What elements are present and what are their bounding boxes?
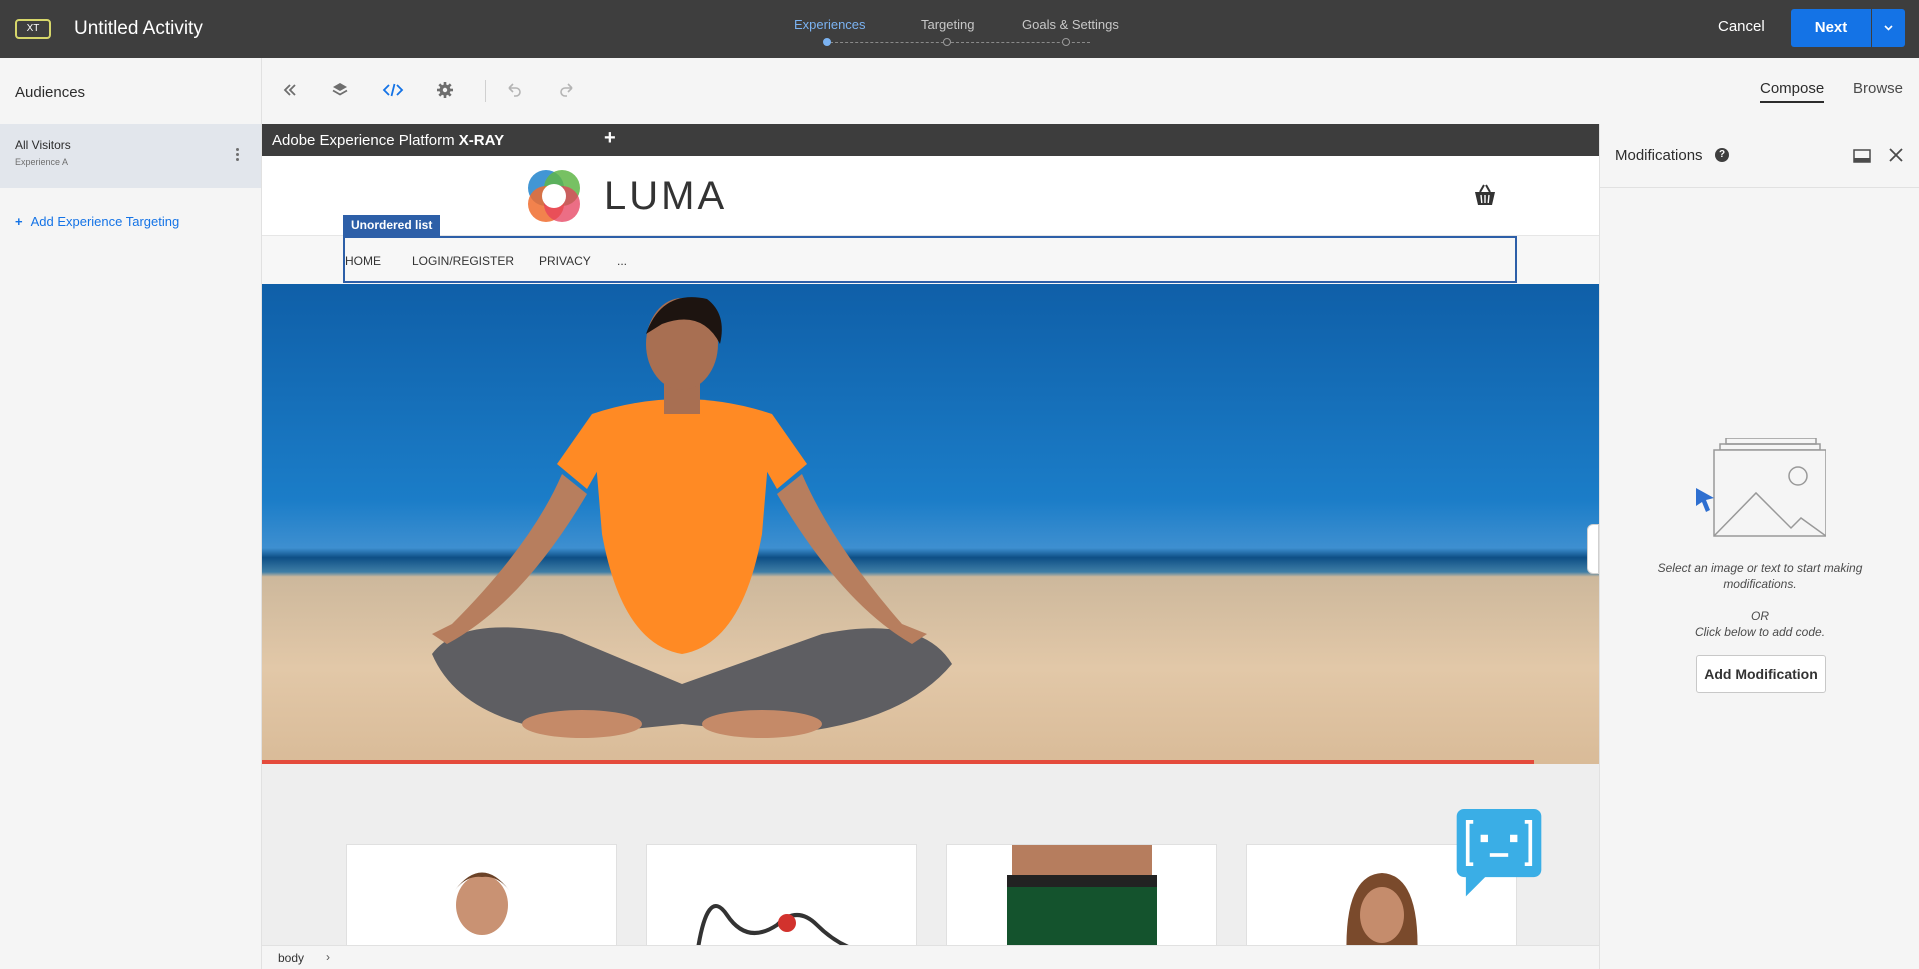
tab-browse[interactable]: Browse [1853, 80, 1903, 97]
product-card[interactable] [346, 844, 617, 945]
nav-item-login[interactable]: LOGIN/REGISTER [412, 254, 514, 268]
breadcrumb-body[interactable]: body [278, 951, 304, 965]
toolbar-divider [485, 80, 486, 102]
undo-icon[interactable] [504, 80, 524, 100]
next-button[interactable]: Next [1791, 9, 1871, 47]
hero-bottom-bar [262, 760, 1534, 764]
activity-title[interactable]: Untitled Activity [74, 18, 203, 40]
panel-resize-handle[interactable] [1587, 524, 1599, 574]
redo-icon[interactable] [557, 80, 577, 100]
layers-icon[interactable] [330, 80, 350, 100]
xray-add-button[interactable]: + [604, 127, 616, 150]
step-targeting[interactable]: Targeting [921, 17, 974, 32]
plus-icon: + [15, 214, 23, 229]
nav-item-home[interactable]: HOME [345, 254, 381, 268]
or-text: OR [1751, 609, 1769, 623]
product-card[interactable] [946, 844, 1217, 945]
activity-type-badge: XT [15, 19, 51, 39]
product-image [455, 872, 509, 935]
panel-layout-icon[interactable] [1853, 149, 1871, 163]
xray-title: Adobe Experience Platform X-RAY [272, 132, 504, 149]
product-card[interactable] [646, 844, 917, 945]
step-experiences[interactable]: Experiences [794, 17, 866, 32]
audience-experience: Experience A [15, 157, 69, 167]
product-image [696, 904, 849, 945]
hero-image[interactable] [262, 284, 1599, 764]
xray-title-text: Adobe Experience Platform [272, 132, 455, 149]
visual-editor-canvas[interactable]: Adobe Experience Platform X-RAY + LUMA U… [262, 124, 1599, 945]
step-dot-goals [1062, 38, 1070, 46]
settings-icon[interactable] [435, 80, 455, 100]
product-image [1007, 845, 1157, 945]
selected-element-label[interactable]: Unordered list [343, 215, 441, 236]
empty-state-or: OR Click below to add code. [1640, 608, 1880, 640]
cart-icon[interactable] [1472, 182, 1498, 208]
step-goals-settings[interactable]: Goals & Settings [1022, 17, 1119, 32]
site-header[interactable]: LUMA [262, 156, 1599, 236]
chevron-right-icon[interactable]: › [326, 950, 330, 964]
xray-title-bold: X-RAY [458, 132, 505, 149]
chatbot-icon[interactable] [1453, 809, 1545, 901]
modifications-panel: Modifications ? Select an image or text … [1599, 124, 1919, 969]
audiences-panel: Audiences All Visitors Experience A + Add… [0, 58, 262, 969]
nav-item-privacy[interactable]: PRIVACY [539, 254, 591, 268]
workflow-steps: Experiences Targeting Goals & Settings [776, 0, 1119, 58]
next-dropdown-button[interactable] [1872, 9, 1905, 47]
editor-toolbar: Compose Browse [262, 58, 1919, 124]
audience-item-all-visitors[interactable]: All Visitors Experience A [0, 124, 261, 188]
nav-item-more[interactable]: ... [617, 254, 627, 268]
modifications-header: Modifications ? [1600, 124, 1919, 188]
luma-logo-icon[interactable] [522, 164, 586, 228]
top-header: XT Untitled Activity Experiences Targeti… [0, 0, 1919, 58]
code-icon[interactable] [382, 80, 404, 100]
step-dot-experiences [823, 38, 831, 46]
luma-logo-text[interactable]: LUMA [604, 174, 727, 219]
tab-compose[interactable]: Compose [1760, 80, 1825, 103]
modifications-title: Modifications [1615, 147, 1703, 164]
xray-bar: Adobe Experience Platform X-RAY + [262, 124, 1599, 156]
collapse-icon[interactable] [280, 80, 300, 100]
empty-state-illustration [1696, 438, 1826, 537]
close-icon[interactable] [1889, 148, 1903, 162]
meditation-figure-image [432, 297, 952, 738]
cancel-button[interactable]: Cancel [1718, 18, 1765, 35]
chevron-down-icon [1884, 25, 1893, 31]
step-dot-targeting [943, 38, 951, 46]
add-targeting-label: Add Experience Targeting [30, 214, 180, 229]
audiences-title: Audiences [15, 84, 86, 101]
add-modification-button[interactable]: Add Modification [1696, 655, 1826, 693]
empty-state-message: Select an image or text to start making … [1657, 561, 1863, 591]
add-experience-targeting-link[interactable]: + Add Experience Targeting [15, 214, 179, 229]
more-options-icon[interactable] [236, 148, 240, 164]
audience-name: All Visitors [15, 138, 71, 152]
step-progress-line [830, 42, 1090, 43]
element-breadcrumb-bar: body › [262, 945, 1599, 969]
code-hint: Click below to add code. [1694, 625, 1826, 639]
help-icon[interactable]: ? [1715, 148, 1729, 162]
selected-element-outline[interactable] [343, 236, 1517, 283]
